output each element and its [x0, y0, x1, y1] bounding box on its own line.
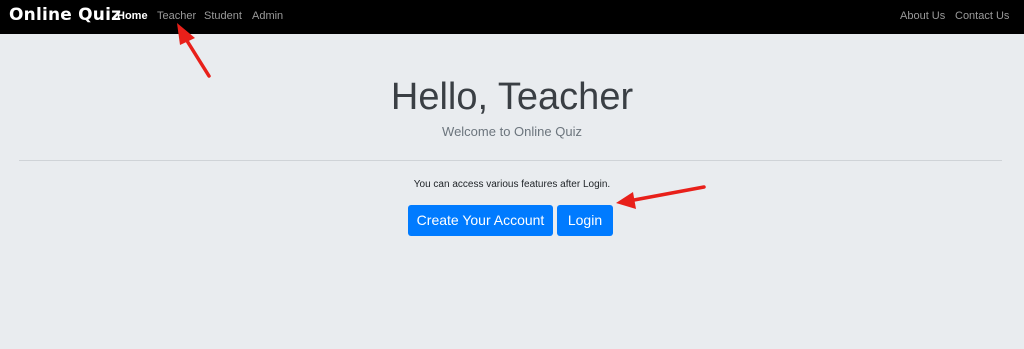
top-navbar: Online Quiz Home Teacher Student Admin A…: [0, 0, 1024, 34]
page-subtitle: Welcome to Online Quiz: [442, 124, 582, 139]
nav-link-teacher[interactable]: Teacher: [157, 10, 196, 22]
create-account-button[interactable]: Create Your Account: [408, 205, 553, 236]
brand-logo[interactable]: Online Quiz: [9, 5, 121, 25]
nav-link-admin[interactable]: Admin: [252, 10, 283, 22]
annotation-arrows: [177, 23, 706, 209]
login-info-text: You can access various features after Lo…: [413, 179, 611, 190]
page: Online Quiz Home Teacher Student Admin A…: [0, 0, 1024, 349]
login-button[interactable]: Login: [557, 205, 613, 236]
red-arrow-icon: [616, 185, 706, 209]
divider: [19, 160, 1002, 161]
nav-link-contact-us[interactable]: Contact Us: [955, 10, 1009, 22]
nav-link-student[interactable]: Student: [204, 10, 242, 22]
nav-link-home[interactable]: Home: [117, 10, 148, 22]
nav-link-about-us[interactable]: About Us: [900, 10, 945, 22]
page-title: Hello, Teacher: [390, 76, 634, 118]
